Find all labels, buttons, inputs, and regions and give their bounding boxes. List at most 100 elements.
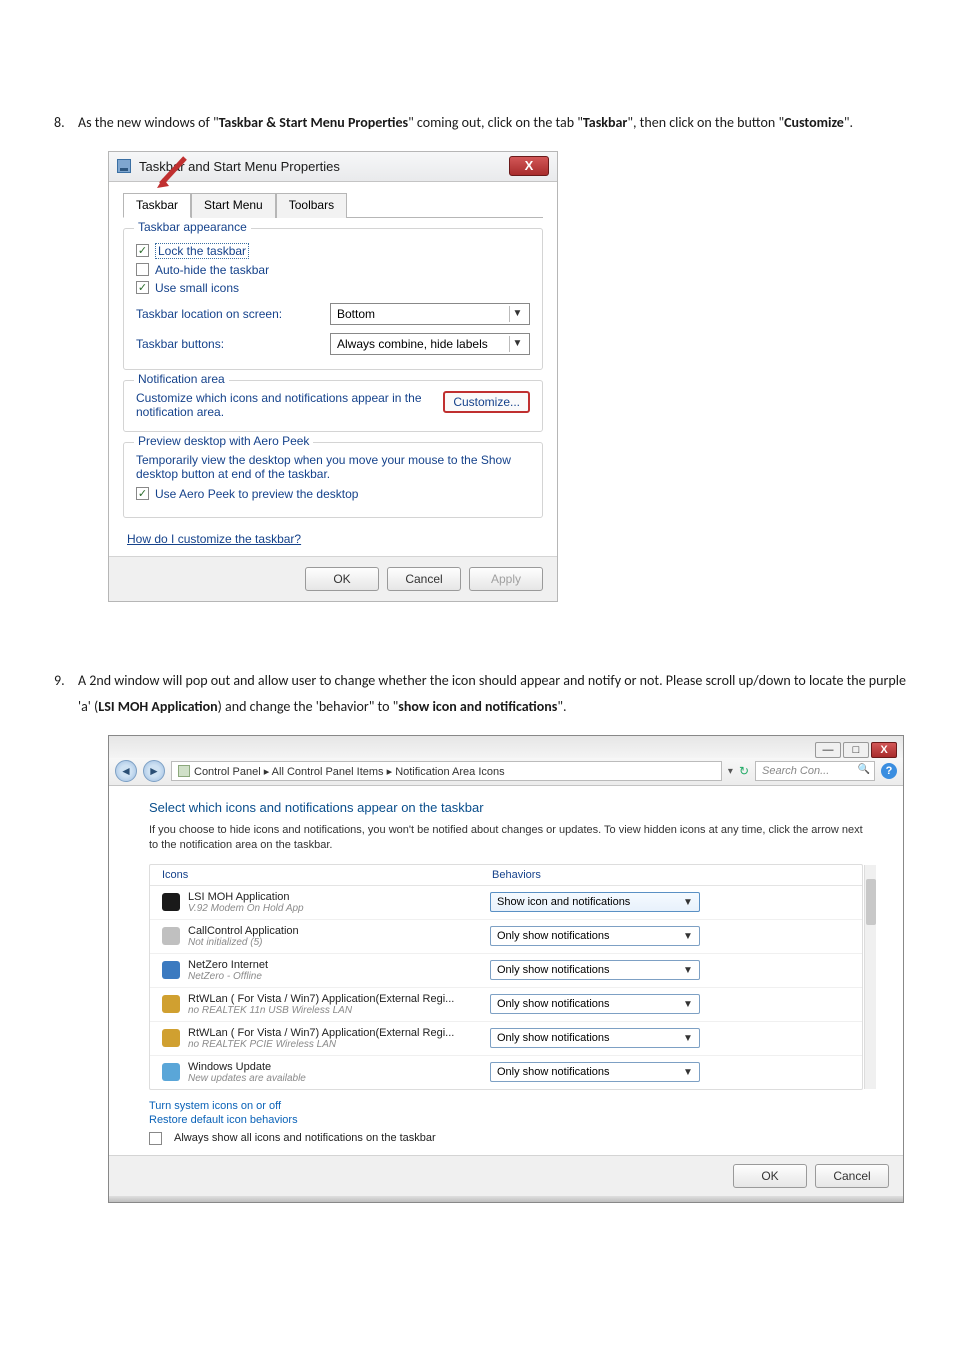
page-heading: Select which icons and notifications app… bbox=[149, 800, 863, 815]
close-button[interactable]: X bbox=[509, 156, 549, 176]
breadcrumb-text: Control Panel ▸ All Control Panel Items … bbox=[194, 765, 505, 778]
group-appearance: Taskbar appearance Lock the taskbar Auto… bbox=[123, 228, 543, 370]
t: LSI MOH Application bbox=[98, 698, 217, 715]
behavior-select[interactable]: Only show notifications▼ bbox=[490, 960, 700, 980]
row-name: RtWLan ( For Vista / Win7) Application(E… bbox=[188, 993, 490, 1005]
group-notification-area: Notification area Customize which icons … bbox=[123, 380, 543, 432]
taskbar-properties-dialog: Taskbar and Start Menu Properties X Task… bbox=[108, 151, 558, 602]
col-icons: Icons bbox=[162, 869, 492, 881]
minimize-button[interactable]: — bbox=[815, 742, 841, 758]
ok-button[interactable]: OK bbox=[305, 567, 379, 591]
behavior-value: Only show notifications bbox=[497, 930, 610, 942]
checkbox-always-show-all[interactable] bbox=[149, 1132, 162, 1145]
t: ", then click on the button " bbox=[627, 114, 784, 131]
checkbox-small-icons[interactable] bbox=[136, 281, 149, 294]
icons-table: Icons Behaviors LSI MOH ApplicationV.92 … bbox=[149, 864, 863, 1090]
scrollbar[interactable] bbox=[864, 865, 876, 1089]
behavior-select[interactable]: Only show notifications▼ bbox=[490, 1062, 700, 1082]
checkbox-aero-peek[interactable] bbox=[136, 487, 149, 500]
address-bar: ◄ ► Control Panel ▸ All Control Panel It… bbox=[109, 758, 903, 786]
t: " coming out, click on the tab " bbox=[408, 114, 583, 131]
app-icon bbox=[162, 995, 180, 1013]
chevron-down-icon: ▼ bbox=[681, 999, 695, 1010]
behavior-select[interactable]: Only show notifications ▼ bbox=[490, 1028, 700, 1048]
window-controls: — □ X bbox=[109, 736, 903, 758]
label-auto-hide: Auto-hide the taskbar bbox=[155, 263, 269, 277]
behavior-value: Only show notifications bbox=[497, 1032, 610, 1044]
search-placeholder: Search Con... bbox=[762, 765, 829, 777]
link-turn-system-icons[interactable]: Turn system icons on or off bbox=[149, 1100, 863, 1112]
row-name: Windows Update bbox=[188, 1061, 490, 1073]
behavior-select[interactable]: Only show notifications▼ bbox=[490, 926, 700, 946]
checkbox-auto-hide[interactable] bbox=[136, 263, 149, 276]
t: ". bbox=[557, 698, 566, 715]
tab-taskbar[interactable]: Taskbar bbox=[123, 193, 191, 218]
table-row: RtWLan ( For Vista / Win7) Application(E… bbox=[150, 1021, 862, 1055]
row-name: NetZero Internet bbox=[188, 959, 490, 971]
close-button[interactable]: X bbox=[871, 742, 897, 758]
t: Taskbar bbox=[583, 114, 628, 131]
cancel-button[interactable]: Cancel bbox=[387, 567, 461, 591]
select-buttons[interactable]: Always combine, hide labels ▼ bbox=[330, 333, 530, 355]
table-row: LSI MOH ApplicationV.92 Modem On Hold Ap… bbox=[150, 886, 862, 919]
legend: Preview desktop with Aero Peek bbox=[134, 434, 313, 448]
table-row: NetZero InternetNetZero - OfflineOnly sh… bbox=[150, 953, 862, 987]
label-location: Taskbar location on screen: bbox=[136, 307, 282, 321]
select-buttons-value: Always combine, hide labels bbox=[337, 337, 488, 351]
app-icon bbox=[162, 961, 180, 979]
apply-button[interactable]: Apply bbox=[469, 567, 543, 591]
col-behaviors: Behaviors bbox=[492, 869, 541, 881]
row-status: NetZero - Offline bbox=[188, 971, 490, 982]
back-button[interactable]: ◄ bbox=[115, 760, 137, 782]
row-status: New updates are available bbox=[188, 1073, 490, 1084]
chevron-down-icon: ▼ bbox=[509, 336, 525, 352]
label-small-icons: Use small icons bbox=[155, 281, 239, 295]
chevron-down-icon: ▼ bbox=[509, 306, 525, 322]
help-icon[interactable]: ? bbox=[881, 763, 897, 779]
refresh-icon[interactable]: ↻ bbox=[739, 764, 749, 778]
titlebar[interactable]: Taskbar and Start Menu Properties X bbox=[109, 152, 557, 182]
row-name: RtWLan ( For Vista / Win7) Application(E… bbox=[188, 1027, 490, 1039]
step-8-number: 8. bbox=[48, 110, 78, 137]
behavior-select[interactable]: Only show notifications▼ bbox=[490, 994, 700, 1014]
notification-area-icons-window: — □ X ◄ ► Control Panel ▸ All Control Pa… bbox=[108, 735, 904, 1203]
row-name: LSI MOH Application bbox=[188, 891, 490, 903]
row-status: no REALTEK 11n USB Wireless LAN bbox=[188, 1005, 490, 1016]
peek-text: Temporarily view the desktop when you mo… bbox=[136, 453, 530, 481]
chevron-down-icon: ▼ bbox=[681, 1033, 695, 1044]
select-location-value: Bottom bbox=[337, 307, 375, 321]
search-input[interactable]: Search Con... bbox=[755, 761, 875, 781]
tab-toolbars[interactable]: Toolbars bbox=[276, 193, 347, 218]
maximize-button[interactable]: □ bbox=[843, 742, 869, 758]
notification-text: Customize which icons and notifications … bbox=[136, 391, 435, 419]
checkbox-lock-taskbar[interactable] bbox=[136, 244, 149, 257]
legend: Notification area bbox=[134, 372, 229, 386]
help-link[interactable]: How do I customize the taskbar? bbox=[127, 532, 301, 546]
row-status: V.92 Modem On Hold App bbox=[188, 903, 490, 914]
select-location[interactable]: Bottom ▼ bbox=[330, 303, 530, 325]
table-row: CallControl ApplicationNot initialized (… bbox=[150, 919, 862, 953]
row-status: Not initialized (5) bbox=[188, 937, 490, 948]
app-icon bbox=[162, 1063, 180, 1081]
tabs: Taskbar Start Menu Toolbars bbox=[123, 192, 543, 218]
behavior-value: Only show notifications bbox=[497, 964, 610, 976]
behavior-select[interactable]: Show icon and notifications▼ bbox=[490, 892, 700, 912]
customize-button[interactable]: Customize... bbox=[443, 391, 530, 413]
forward-button[interactable]: ► bbox=[143, 760, 165, 782]
tab-start-menu[interactable]: Start Menu bbox=[191, 193, 276, 218]
row-status: no REALTEK PCIE Wireless LAN bbox=[188, 1039, 490, 1050]
control-panel-icon bbox=[178, 765, 190, 777]
step-8-text: As the new windows of "Taskbar & Start M… bbox=[78, 110, 906, 137]
dropdown-icon[interactable]: ▾ bbox=[728, 766, 733, 777]
behavior-value: Only show notifications bbox=[497, 1066, 610, 1078]
t: Customize bbox=[784, 114, 844, 131]
row-name: CallControl Application bbox=[188, 925, 490, 937]
label-buttons: Taskbar buttons: bbox=[136, 337, 224, 351]
breadcrumb[interactable]: Control Panel ▸ All Control Panel Items … bbox=[171, 761, 722, 781]
link-restore-defaults[interactable]: Restore default icon behaviors bbox=[149, 1114, 863, 1126]
ok-button[interactable]: OK bbox=[733, 1164, 807, 1188]
label-aero-peek: Use Aero Peek to preview the desktop bbox=[155, 487, 358, 501]
cancel-button[interactable]: Cancel bbox=[815, 1164, 889, 1188]
label-always-show-all: Always show all icons and notifications … bbox=[174, 1132, 436, 1144]
table-row: RtWLan ( For Vista / Win7) Application(E… bbox=[150, 987, 862, 1021]
